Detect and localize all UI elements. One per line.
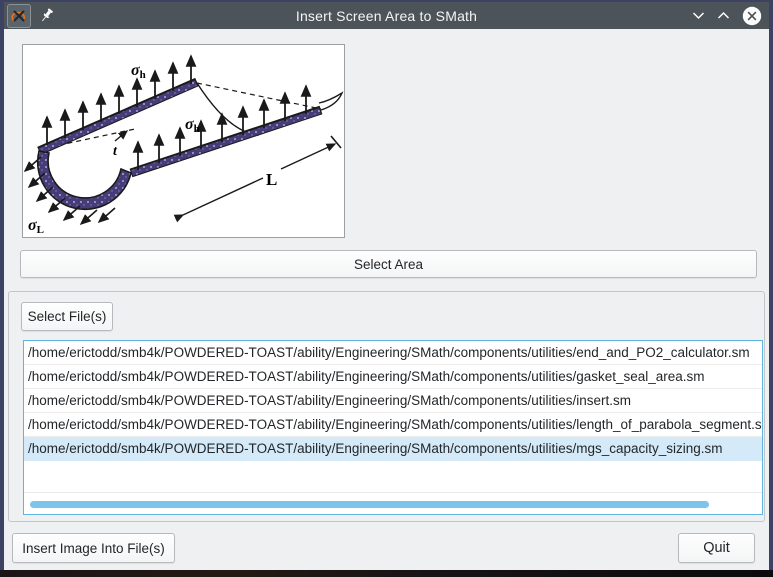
insert-screen-area-window: Insert Screen Area to SMath	[4, 2, 769, 571]
quit-label: Quit	[703, 540, 730, 556]
screen-area-preview: σh σh σL t L	[22, 44, 345, 238]
file-list-item[interactable]: /home/erictodd/smb4k/POWDERED-TOAST/abil…	[24, 389, 762, 413]
scrollbar-track-separator	[24, 492, 762, 493]
minimize-button[interactable]	[692, 11, 705, 20]
select-area-button[interactable]: Select Area	[20, 250, 757, 278]
file-list-item[interactable]: /home/erictodd/smb4k/POWDERED-TOAST/abil…	[24, 413, 762, 437]
select-files-label: Select File(s)	[28, 309, 107, 324]
sigma-l-label: σL	[28, 217, 44, 236]
chevron-down-icon	[692, 11, 705, 20]
file-list-item[interactable]: /home/erictodd/smb4k/POWDERED-TOAST/abil…	[24, 341, 762, 365]
chevron-up-icon	[717, 11, 730, 20]
file-list-item-selected[interactable]: /home/erictodd/smb4k/POWDERED-TOAST/abil…	[24, 437, 762, 461]
insert-image-button[interactable]: Insert Image Into File(s)	[12, 533, 175, 563]
horizontal-scrollbar-thumb[interactable]	[30, 501, 709, 508]
quit-button[interactable]: Quit	[678, 533, 755, 563]
window-content: σh σh σL t L Select Area Select File(s) …	[4, 29, 769, 571]
thickness-label: t	[113, 144, 118, 159]
file-group-box: Select File(s) /home/erictodd/smb4k/POWD…	[8, 291, 765, 522]
maximize-button[interactable]	[717, 11, 730, 20]
titlebar: Insert Screen Area to SMath	[4, 2, 769, 29]
sigma-h-label-front: σh	[185, 116, 200, 135]
window-title: Insert Screen Area to SMath	[4, 8, 769, 24]
hoop-stress-diagram: σh σh σL t L	[23, 45, 344, 237]
circle-x-icon	[742, 6, 762, 26]
sigma-h-label-back: σh	[131, 62, 146, 81]
select-files-button[interactable]: Select File(s)	[21, 302, 113, 331]
file-list: /home/erictodd/smb4k/POWDERED-TOAST/abil…	[23, 340, 763, 515]
close-button[interactable]	[742, 6, 762, 26]
insert-image-label: Insert Image Into File(s)	[22, 541, 165, 556]
file-list-item[interactable]: /home/erictodd/smb4k/POWDERED-TOAST/abil…	[24, 365, 762, 389]
length-label: L	[266, 170, 277, 189]
select-area-label: Select Area	[354, 257, 423, 272]
desktop-edge	[0, 570, 773, 577]
